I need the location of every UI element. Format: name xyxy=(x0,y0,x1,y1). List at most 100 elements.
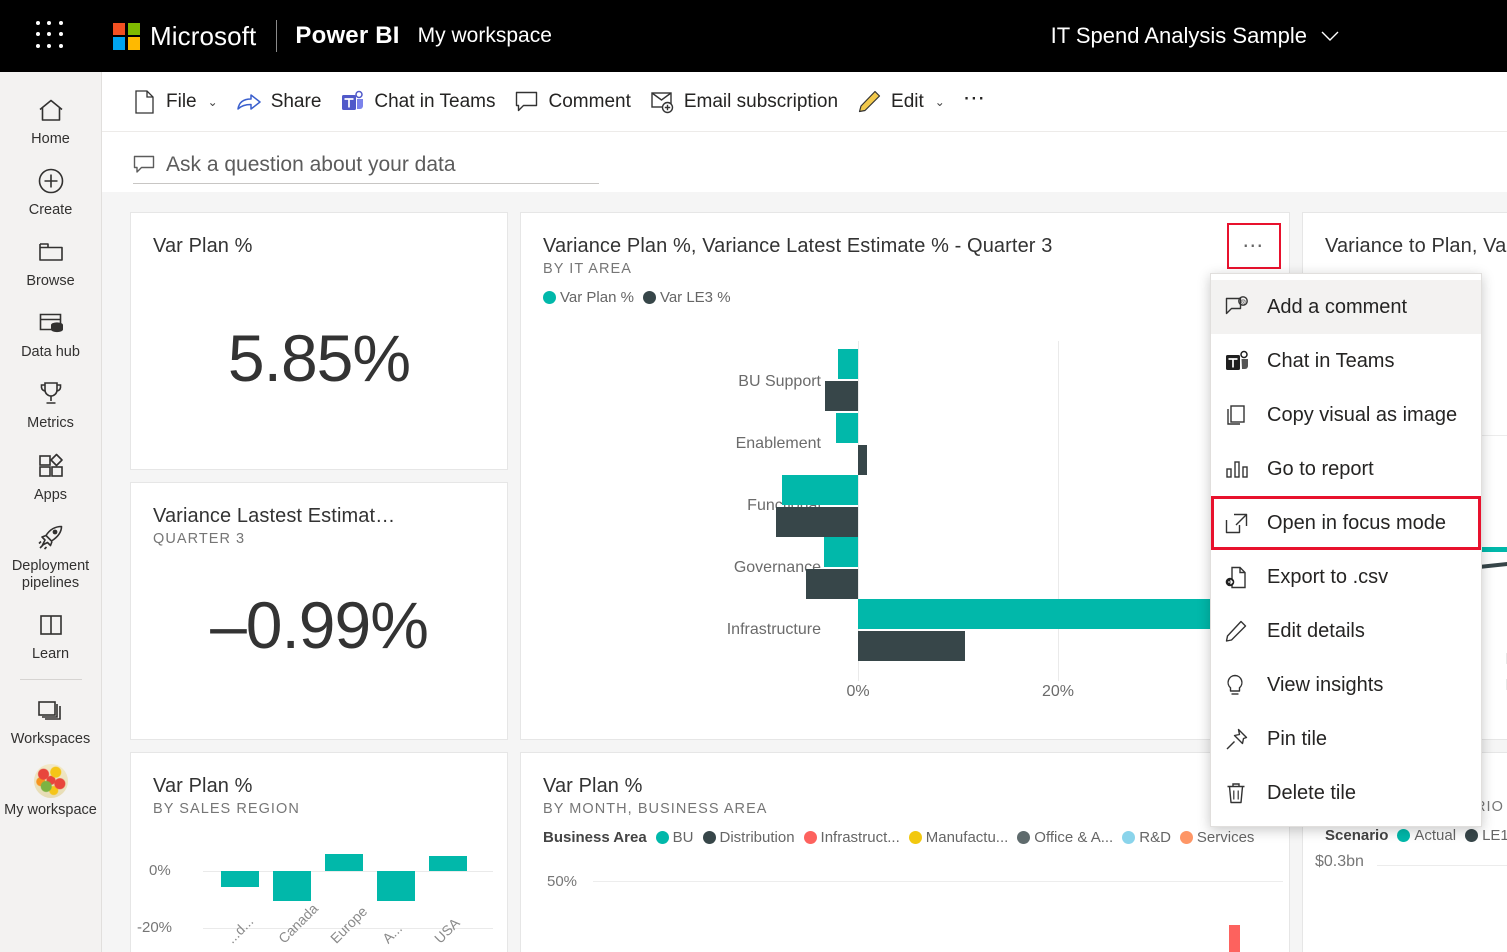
report-title-dropdown[interactable]: IT Spend Analysis Sample xyxy=(1051,23,1339,49)
legend-item[interactable]: BU xyxy=(655,829,694,846)
sales-region-bar-chart: 0% -20% ...d... Canada Europe A... USA xyxy=(131,839,507,952)
legend-item[interactable]: Var LE3 % xyxy=(642,289,731,306)
sidebar-item-my-workspace[interactable]: My workspace xyxy=(0,755,102,826)
bar-region[interactable] xyxy=(325,854,363,871)
menu-label: Open in focus mode xyxy=(1267,511,1446,534)
menu-label: Add a comment xyxy=(1267,295,1408,318)
bar-region[interactable] xyxy=(273,871,311,901)
bar-var-le3[interactable] xyxy=(858,445,867,475)
menu-item-view-insights[interactable]: View insights xyxy=(1211,658,1481,712)
tile-subtitle: BY SALES REGION xyxy=(153,801,300,817)
sidebar-item-deployment-pipelines[interactable]: Deployment pipelines xyxy=(0,511,102,599)
share-label: Share xyxy=(270,90,322,112)
month-business-area-bar-chart: 50% xyxy=(521,873,1289,952)
category-label: Infrastructure xyxy=(726,621,821,638)
comment-button[interactable]: Comment xyxy=(505,80,640,124)
sidebar-item-browse[interactable]: Browse xyxy=(0,226,102,297)
tile-subtitle: QUARTER 3 xyxy=(153,531,246,547)
menu-item-go-to-report[interactable]: Go to report xyxy=(1211,442,1481,496)
apps-icon xyxy=(4,449,98,483)
tile-header: Var Plan % BY SALES REGION xyxy=(131,753,507,817)
bar-var-le3[interactable] xyxy=(776,507,858,537)
left-navigation-rail: Home Create Browse Data hub Metrics Apps… xyxy=(0,72,102,952)
sidebar-label-create: Create xyxy=(28,202,73,219)
sidebar-item-apps[interactable]: Apps xyxy=(0,440,102,511)
menu-item-add-a-comment[interactable]: @ Add a comment xyxy=(1211,280,1481,334)
legend-swatch-icon xyxy=(655,831,669,844)
menu-item-delete-tile[interactable]: Delete tile xyxy=(1211,766,1481,820)
legend-label: LE1 xyxy=(1482,827,1507,844)
bar-var-plan[interactable] xyxy=(836,413,858,443)
sidebar-item-data-hub[interactable]: Data hub xyxy=(0,297,102,368)
chat-in-teams-button[interactable]: Chat in Teams xyxy=(330,80,504,124)
bar-var-plan[interactable] xyxy=(824,537,858,567)
bar-month[interactable] xyxy=(1229,925,1240,952)
workspace-breadcrumb[interactable]: My workspace xyxy=(418,24,552,48)
menu-label: Copy visual as image xyxy=(1267,403,1458,426)
tile-variance-latest-estimate-kpi[interactable]: Variance Lastest Estimat… QUARTER 3 –0.9… xyxy=(130,482,508,740)
sidebar-label-my-workspace: My workspace xyxy=(4,802,97,819)
legend-item[interactable]: Services xyxy=(1179,829,1254,846)
bar-var-plan[interactable] xyxy=(782,475,858,505)
bar-chart-icon xyxy=(1225,459,1255,479)
legend-item[interactable]: R&D xyxy=(1122,829,1171,846)
tile-header: Variance Lastest Estimat… QUARTER 3 xyxy=(131,483,507,547)
menu-item-copy-visual-as-image[interactable]: Copy visual as image xyxy=(1211,388,1481,442)
legend-label: BU xyxy=(672,829,694,846)
legend-item[interactable]: Distribution xyxy=(702,829,795,846)
email-subscription-button[interactable]: Email subscription xyxy=(640,80,847,124)
bar-var-le3[interactable] xyxy=(806,569,858,599)
tile-variance-by-it-area[interactable]: Variance Plan %, Variance Latest Estimat… xyxy=(520,212,1290,740)
edit-label: Edit xyxy=(891,90,924,112)
sidebar-item-home[interactable]: Home xyxy=(0,84,102,155)
sidebar-item-create[interactable]: Create xyxy=(0,155,102,226)
lightbulb-icon xyxy=(1225,674,1255,697)
legend-item[interactable]: Office & A... xyxy=(1017,829,1113,846)
trash-icon xyxy=(1225,782,1255,805)
share-button[interactable]: Share xyxy=(227,80,331,124)
menu-item-chat-in-teams[interactable]: Chat in Teams xyxy=(1211,334,1481,388)
report-title: IT Spend Analysis Sample xyxy=(1050,23,1307,48)
legend-swatch-icon xyxy=(1017,831,1031,844)
legend-item[interactable]: Var Plan % xyxy=(543,289,634,306)
bar-var-le3[interactable] xyxy=(825,381,858,411)
tile-var-plan-by-month-business-area[interactable]: Var Plan % BY MONTH, BUSINESS AREA Busin… xyxy=(520,752,1290,952)
workspaces-icon xyxy=(4,693,98,727)
menu-item-pin-tile[interactable]: Pin tile xyxy=(1211,712,1481,766)
file-button[interactable]: File ⌄ xyxy=(122,80,227,124)
chart-legend: Var Plan % Var LE3 % xyxy=(543,289,1267,306)
sidebar-item-learn[interactable]: Learn xyxy=(0,599,102,670)
tile-var-plan-by-sales-region[interactable]: Var Plan % BY SALES REGION 0% -20% ...d.… xyxy=(130,752,508,952)
qna-search-input[interactable]: Ask a question about your data xyxy=(133,146,599,184)
menu-item-open-in-focus-mode[interactable]: Open in focus mode xyxy=(1211,496,1481,550)
more-options-button[interactable]: ⋯ xyxy=(954,80,997,124)
share-icon xyxy=(236,91,262,113)
legend-item[interactable]: Manufactu... xyxy=(908,829,1008,846)
legend-item[interactable]: LE1 xyxy=(1465,827,1507,844)
microsoft-logo-link[interactable]: Microsoft xyxy=(113,21,256,52)
bar-var-le3[interactable] xyxy=(858,631,965,661)
bar-region[interactable] xyxy=(377,871,415,901)
menu-item-edit-details[interactable]: Edit details xyxy=(1211,604,1481,658)
edit-button[interactable]: Edit ⌄ xyxy=(847,80,954,124)
bar-var-plan[interactable] xyxy=(838,349,858,379)
bar-region[interactable] xyxy=(221,871,259,887)
tile-header: Variance to Plan, Va xyxy=(1303,213,1507,258)
legend-item[interactable]: Actual xyxy=(1397,827,1456,844)
power-bi-home-link[interactable]: Power BI xyxy=(295,22,399,50)
category-label: Governance xyxy=(733,559,821,576)
tile-more-options-button[interactable]: ⋯ xyxy=(1227,223,1281,269)
sidebar-item-workspaces[interactable]: Workspaces xyxy=(0,684,102,755)
sidebar-item-metrics[interactable]: Metrics xyxy=(0,368,102,439)
waffle-grid-icon[interactable] xyxy=(36,21,66,51)
legend-item[interactable]: Infrastruct... xyxy=(803,829,900,846)
tile-header: Var Plan % xyxy=(131,213,507,258)
chevron-down-icon xyxy=(1321,31,1339,42)
tile-var-plan-kpi[interactable]: Var Plan % 5.85% xyxy=(130,212,508,470)
menu-item-export-to-csv[interactable]: Export to .csv xyxy=(1211,550,1481,604)
email-subscription-icon xyxy=(649,90,675,114)
x-axis-tick: 20% xyxy=(1041,683,1075,700)
bar-region[interactable] xyxy=(429,856,467,871)
microsoft-wordmark: Microsoft xyxy=(150,20,257,51)
qna-placeholder: Ask a question about your data xyxy=(166,152,456,176)
